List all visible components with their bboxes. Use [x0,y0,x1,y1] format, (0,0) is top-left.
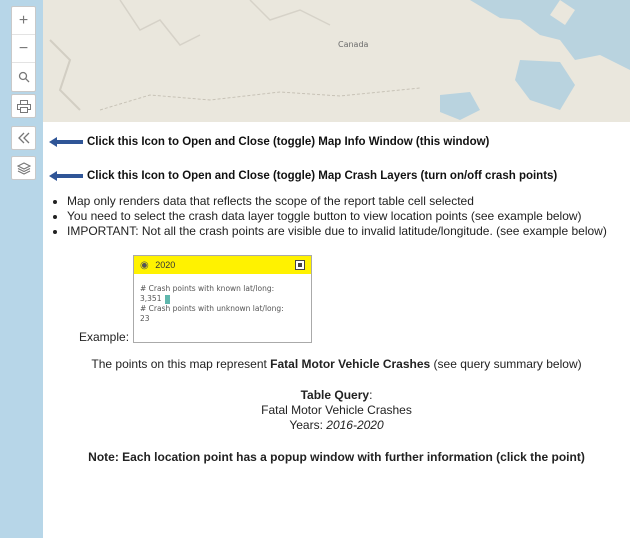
arrow-left-icon [49,137,83,147]
map-view[interactable]: Canada [0,0,630,122]
plus-icon: + [18,11,29,29]
popup-note: Note: Each location point has a popup wi… [88,450,585,464]
map-label-canada: Canada [338,40,369,49]
zoom-search-group: + − [11,6,36,92]
summary-line: The points on this map represent Fatal M… [43,357,630,371]
query-title-colon: : [369,388,373,402]
known-label: # Crash points with known lat/long: [140,284,275,293]
layer-toggle-icon [295,260,305,270]
query-title: Table Query: [43,388,630,402]
search-button[interactable] [12,63,35,90]
minus-icon: − [18,39,29,57]
example-label: Example: [79,330,130,344]
left-toolbar: + − [0,0,43,538]
known-value: 3,351 [140,294,162,303]
summary-bold: Fatal Motor Vehicle Crashes [270,357,431,371]
toggle-crash-layers-button[interactable] [11,156,36,180]
query-years: Years: 2016-2020 [43,418,630,432]
map-info-window: Click this Icon to Open and Close (toggl… [43,122,630,538]
hint-toggle-layers: Click this Icon to Open and Close (toggl… [49,170,557,182]
query-years-value: 2016-2020 [326,418,384,432]
bullet-item: You need to select the crash data layer … [67,209,630,224]
hint-toggle-info-text: Click this Icon to Open and Close (toggl… [87,136,490,148]
bullet-item: Map only renders data that reflects the … [67,194,630,209]
query-title-text: Table Query [300,388,370,402]
example-layer-header: ◉ 2020 [134,256,311,274]
double-chevron-left-icon [17,132,29,144]
search-icon [18,71,29,82]
unknown-label: # Crash points with unknown lat/long: [140,304,284,313]
summary-suffix: (see query summary below) [430,357,582,371]
zoom-in-button[interactable]: + [12,7,35,35]
zoom-out-button[interactable]: − [12,35,35,63]
query-name: Fatal Motor Vehicle Crashes [261,403,412,417]
hint-toggle-layers-text: Click this Icon to Open and Close (toggl… [87,170,558,182]
example-layer-panel: ◉ 2020 # Crash points with known lat/lon… [133,255,312,343]
print-button[interactable] [11,94,36,118]
eye-icon: ◉ [140,259,149,271]
print-icon [16,99,31,113]
example-year: 2020 [155,259,176,270]
bullet-item: IMPORTANT: Not all the crash points are … [67,224,630,239]
toggle-info-window-button[interactable] [11,126,36,150]
layers-icon [16,161,31,175]
hint-toggle-info: Click this Icon to Open and Close (toggl… [49,136,489,148]
arrow-left-icon [49,171,83,181]
map-background [0,0,630,122]
unknown-value: 23 [140,314,150,323]
summary-prefix: The points on this map represent [91,357,271,371]
query-years-label: Years: [289,418,327,432]
info-bullets: Map only renders data that reflects the … [49,194,630,239]
swatch-icon [165,294,171,304]
example-layer-body: # Crash points with known lat/long: 3,35… [134,274,311,324]
